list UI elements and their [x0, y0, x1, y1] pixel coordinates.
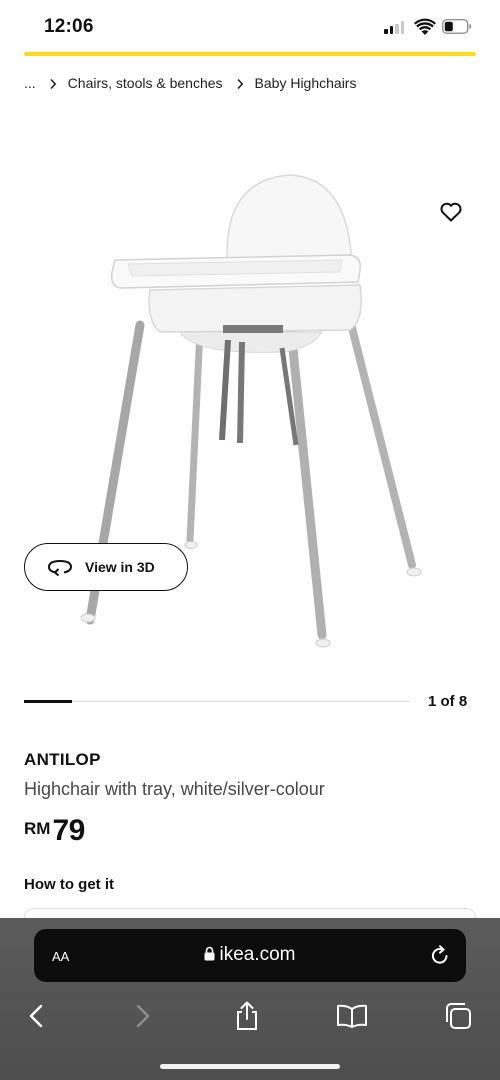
back-button[interactable]	[16, 996, 56, 1036]
view-in-3d-button[interactable]: View in 3D	[24, 543, 188, 591]
reload-button[interactable]	[430, 944, 450, 971]
how-to-get-it-heading: How to get it	[24, 876, 114, 893]
forward-button[interactable]	[123, 996, 163, 1036]
forward-icon	[136, 1004, 150, 1028]
image-carousel-indicator	[24, 700, 410, 704]
back-icon	[29, 1004, 43, 1028]
breadcrumb-item-chairs[interactable]: Chairs, stools & benches	[68, 75, 223, 91]
home-indicator	[160, 1064, 340, 1069]
breadcrumb: ... Chairs, stools & benches Baby Highch…	[24, 75, 356, 91]
carousel-active-segment	[24, 700, 72, 703]
price-currency: RM	[24, 819, 51, 838]
tabs-icon	[446, 1003, 471, 1029]
carousel-track	[24, 701, 410, 702]
bookmarks-button[interactable]	[332, 996, 372, 1036]
status-bar: 12:06	[0, 0, 500, 52]
bookmarks-icon	[337, 1004, 367, 1028]
product-price: RM 79	[24, 814, 85, 848]
share-icon	[237, 1001, 257, 1030]
breadcrumb-ellipsis[interactable]: ...	[24, 75, 36, 91]
breadcrumb-item-highchairs[interactable]: Baby Highchairs	[255, 75, 357, 91]
carousel-counter: 1 of 8	[428, 693, 468, 710]
product-name: ANTILOP	[24, 750, 101, 769]
cellular-signal-icon	[384, 21, 406, 34]
chevron-right-icon	[233, 75, 247, 91]
chevron-right-icon	[46, 75, 60, 91]
product-description: Highchair with tray, white/silver-colour	[24, 779, 325, 799]
battery-icon	[442, 19, 472, 34]
share-button[interactable]	[227, 996, 267, 1036]
favourite-button[interactable]	[436, 198, 466, 226]
view-in-3d-label: View in 3D	[85, 559, 155, 575]
rotate-3d-icon	[47, 559, 73, 576]
page-load-progress	[24, 52, 476, 56]
browser-toolbar: AA ikea.com	[0, 918, 500, 1080]
wifi-icon	[414, 18, 436, 36]
heart-outline-icon	[440, 202, 462, 222]
browser-nav-row	[0, 996, 500, 1036]
status-time: 12:06	[44, 16, 94, 37]
url-display[interactable]: ikea.com	[34, 944, 466, 967]
address-bar[interactable]: AA ikea.com	[34, 929, 466, 982]
tabs-button[interactable]	[438, 996, 478, 1036]
url-text: ikea.com	[219, 944, 296, 965]
reload-icon	[431, 945, 448, 964]
lock-icon	[204, 945, 215, 967]
price-value: 79	[52, 814, 85, 847]
page-load-progress-fill	[24, 52, 476, 56]
